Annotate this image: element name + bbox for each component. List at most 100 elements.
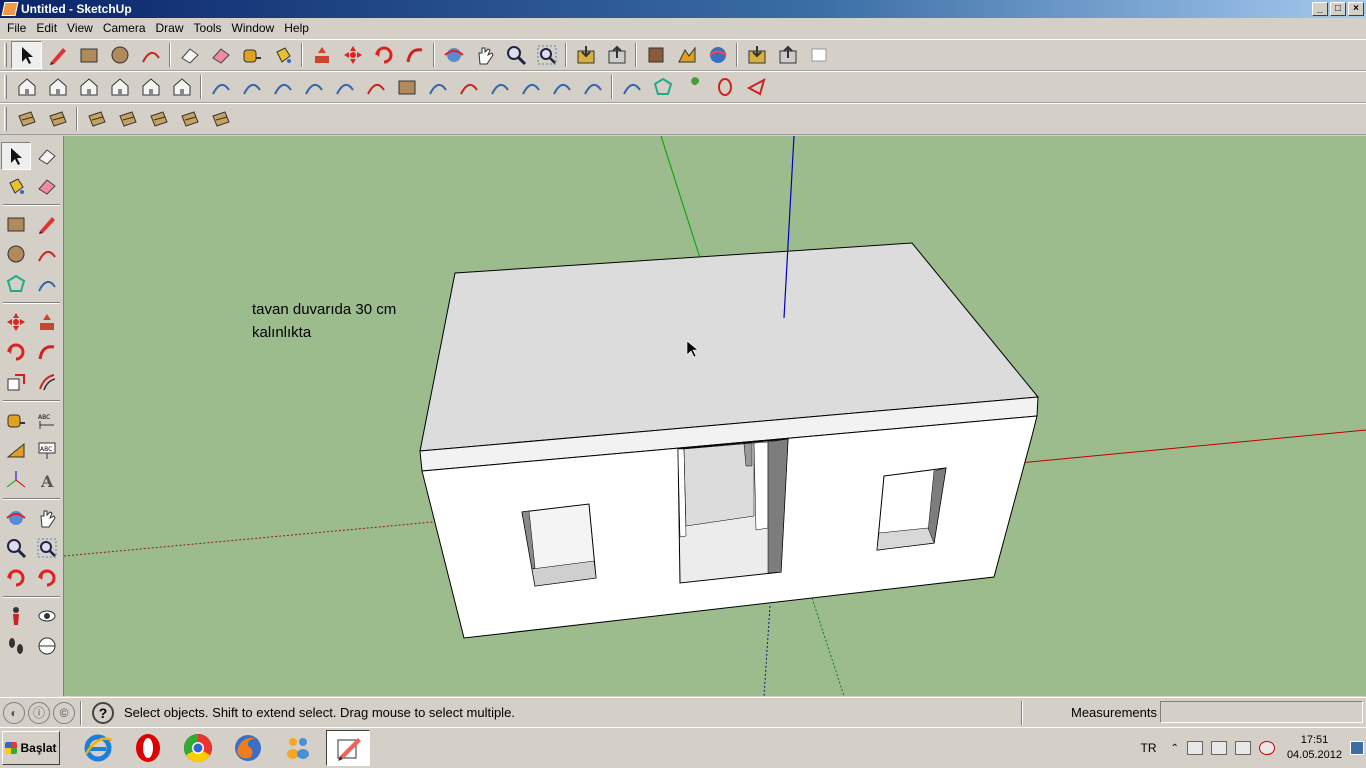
arc3-tool-button[interactable] (453, 73, 484, 101)
top-view-tool-button[interactable] (42, 73, 73, 101)
close-button[interactable]: × (1348, 2, 1364, 16)
minimize-button[interactable]: _ (1312, 2, 1328, 16)
toolbar-grip[interactable] (4, 43, 7, 67)
smoove-tool-button[interactable] (81, 105, 112, 133)
credits-icon[interactable]: ⓘ (28, 701, 50, 724)
menu-view[interactable]: View (62, 21, 98, 35)
eraser-tool-button[interactable] (32, 142, 62, 170)
curve1-tool-button[interactable] (298, 73, 329, 101)
tape-measure-tool-button[interactable] (236, 41, 267, 69)
menu-tools[interactable]: Tools (189, 21, 227, 35)
geo-location-icon[interactable]: ◐ (3, 701, 25, 724)
push-pull-tool-button[interactable] (32, 308, 62, 336)
push-pull-tool-button[interactable] (306, 41, 337, 69)
menu-draw[interactable]: Draw (151, 21, 189, 35)
rotate-tool-button[interactable] (368, 41, 399, 69)
follow-me-tool-button[interactable] (399, 41, 430, 69)
pencil-tool-button[interactable] (32, 210, 62, 238)
rectangle-tool-button[interactable] (73, 41, 104, 69)
walk-tool-button[interactable] (1, 632, 31, 660)
zoom-tool-button[interactable] (500, 41, 531, 69)
circle-tool-button[interactable] (104, 41, 135, 69)
tray-expand-icon[interactable]: ⌃ (1171, 743, 1179, 754)
polygon-tool-button[interactable] (647, 73, 678, 101)
select-tool-button[interactable] (1, 142, 31, 170)
toolbar-grip[interactable] (4, 75, 7, 99)
right-view-tool-button[interactable] (104, 73, 135, 101)
position-camera-tool-button[interactable] (1, 602, 31, 630)
freehand-tool-button[interactable] (616, 73, 647, 101)
arc-tool-button[interactable] (135, 41, 166, 69)
rotate-tool-button[interactable] (1, 338, 31, 366)
menu-help[interactable]: Help (279, 21, 314, 35)
taskbar-chrome[interactable] (176, 730, 220, 766)
drape-tool-button[interactable] (143, 105, 174, 133)
axes-tool-button[interactable] (1, 466, 31, 494)
tape-measure-tool-button[interactable] (1, 406, 31, 434)
sandbox-from-contours-tool-button[interactable] (11, 105, 42, 133)
flip-edge-tool-button[interactable] (205, 105, 236, 133)
look-around-tool-button[interactable] (32, 602, 62, 630)
section-plane-tool-button[interactable] (32, 632, 62, 660)
get-models-tool-button[interactable] (570, 41, 601, 69)
menu-file[interactable]: File (2, 21, 31, 35)
iso-view-tool-button[interactable] (11, 73, 42, 101)
curve4-tool-button[interactable] (515, 73, 546, 101)
scale-tool-button[interactable] (1, 368, 31, 396)
text-tool-button[interactable]: ABC (32, 436, 62, 464)
eraser-pink-tool-button[interactable] (32, 172, 62, 200)
front-view-tool-button[interactable] (73, 73, 104, 101)
toolbar-grip[interactable] (4, 107, 7, 131)
menu-window[interactable]: Window (227, 21, 280, 35)
back-view-tool-button[interactable] (135, 73, 166, 101)
left-view-tool-button[interactable] (166, 73, 197, 101)
taskbar-people[interactable] (276, 730, 320, 766)
previous-view-tool-button[interactable] (1, 564, 31, 592)
curve3-tool-button[interactable] (484, 73, 515, 101)
spiral-tool-button[interactable] (422, 73, 453, 101)
protractor-tool-button[interactable] (1, 436, 31, 464)
component-tool-button[interactable] (640, 41, 671, 69)
cone-tool-button[interactable] (740, 73, 771, 101)
polyline-tool-button[interactable] (267, 73, 298, 101)
move-tool-button[interactable] (1, 308, 31, 336)
taskbar-firefox[interactable] (226, 730, 270, 766)
share-model-tool-button[interactable] (601, 41, 632, 69)
menu-edit[interactable]: Edit (31, 21, 62, 35)
taskbar-sketchup[interactable] (326, 730, 370, 766)
eraser-tool-button[interactable] (174, 41, 205, 69)
layout-tool-button[interactable] (803, 41, 834, 69)
rectangle-tool-button[interactable] (1, 210, 31, 238)
add-detail-tool-button[interactable] (174, 105, 205, 133)
network-icon[interactable] (1234, 741, 1251, 755)
zoom-tool-button[interactable] (1, 534, 31, 562)
eraser-pink-tool-button[interactable] (205, 41, 236, 69)
menu-camera[interactable]: Camera (98, 21, 151, 35)
circle-tool-button[interactable] (1, 240, 31, 268)
offset-tool-button[interactable] (32, 368, 62, 396)
curve2-tool-button[interactable] (329, 73, 360, 101)
follow-me-tool-button[interactable] (32, 338, 62, 366)
sandbox-from-scratch-tool-button[interactable] (42, 105, 73, 133)
ellipse-tool-button[interactable] (709, 73, 740, 101)
freehand-tool-button[interactable] (32, 270, 62, 298)
arc2-tool-button[interactable] (360, 73, 391, 101)
sign-in-icon[interactable]: © (53, 701, 75, 724)
taskbar-ie[interactable] (76, 730, 120, 766)
dimension-tool-button[interactable]: ABC (32, 406, 62, 434)
language-indicator[interactable]: TR (1141, 741, 1157, 755)
show-desktop-icon[interactable] (1350, 741, 1364, 755)
pan-tool-button[interactable] (32, 504, 62, 532)
paint-bucket-tool-button[interactable] (267, 41, 298, 69)
next-view-tool-button[interactable] (32, 564, 62, 592)
bezier-tool-button[interactable] (205, 73, 236, 101)
maximize-button[interactable]: □ (1330, 2, 1346, 16)
action-center-icon[interactable] (1186, 741, 1203, 755)
start-button[interactable]: Başlat (2, 731, 60, 765)
volume-muted-icon[interactable] (1258, 741, 1275, 755)
rect2-tool-button[interactable] (391, 73, 422, 101)
spline-tool-button[interactable] (236, 73, 267, 101)
clock[interactable]: 17:51 04.05.2012 (1287, 733, 1342, 763)
zoom-window-tool-button[interactable] (32, 534, 62, 562)
pencil-tool-button[interactable] (42, 41, 73, 69)
